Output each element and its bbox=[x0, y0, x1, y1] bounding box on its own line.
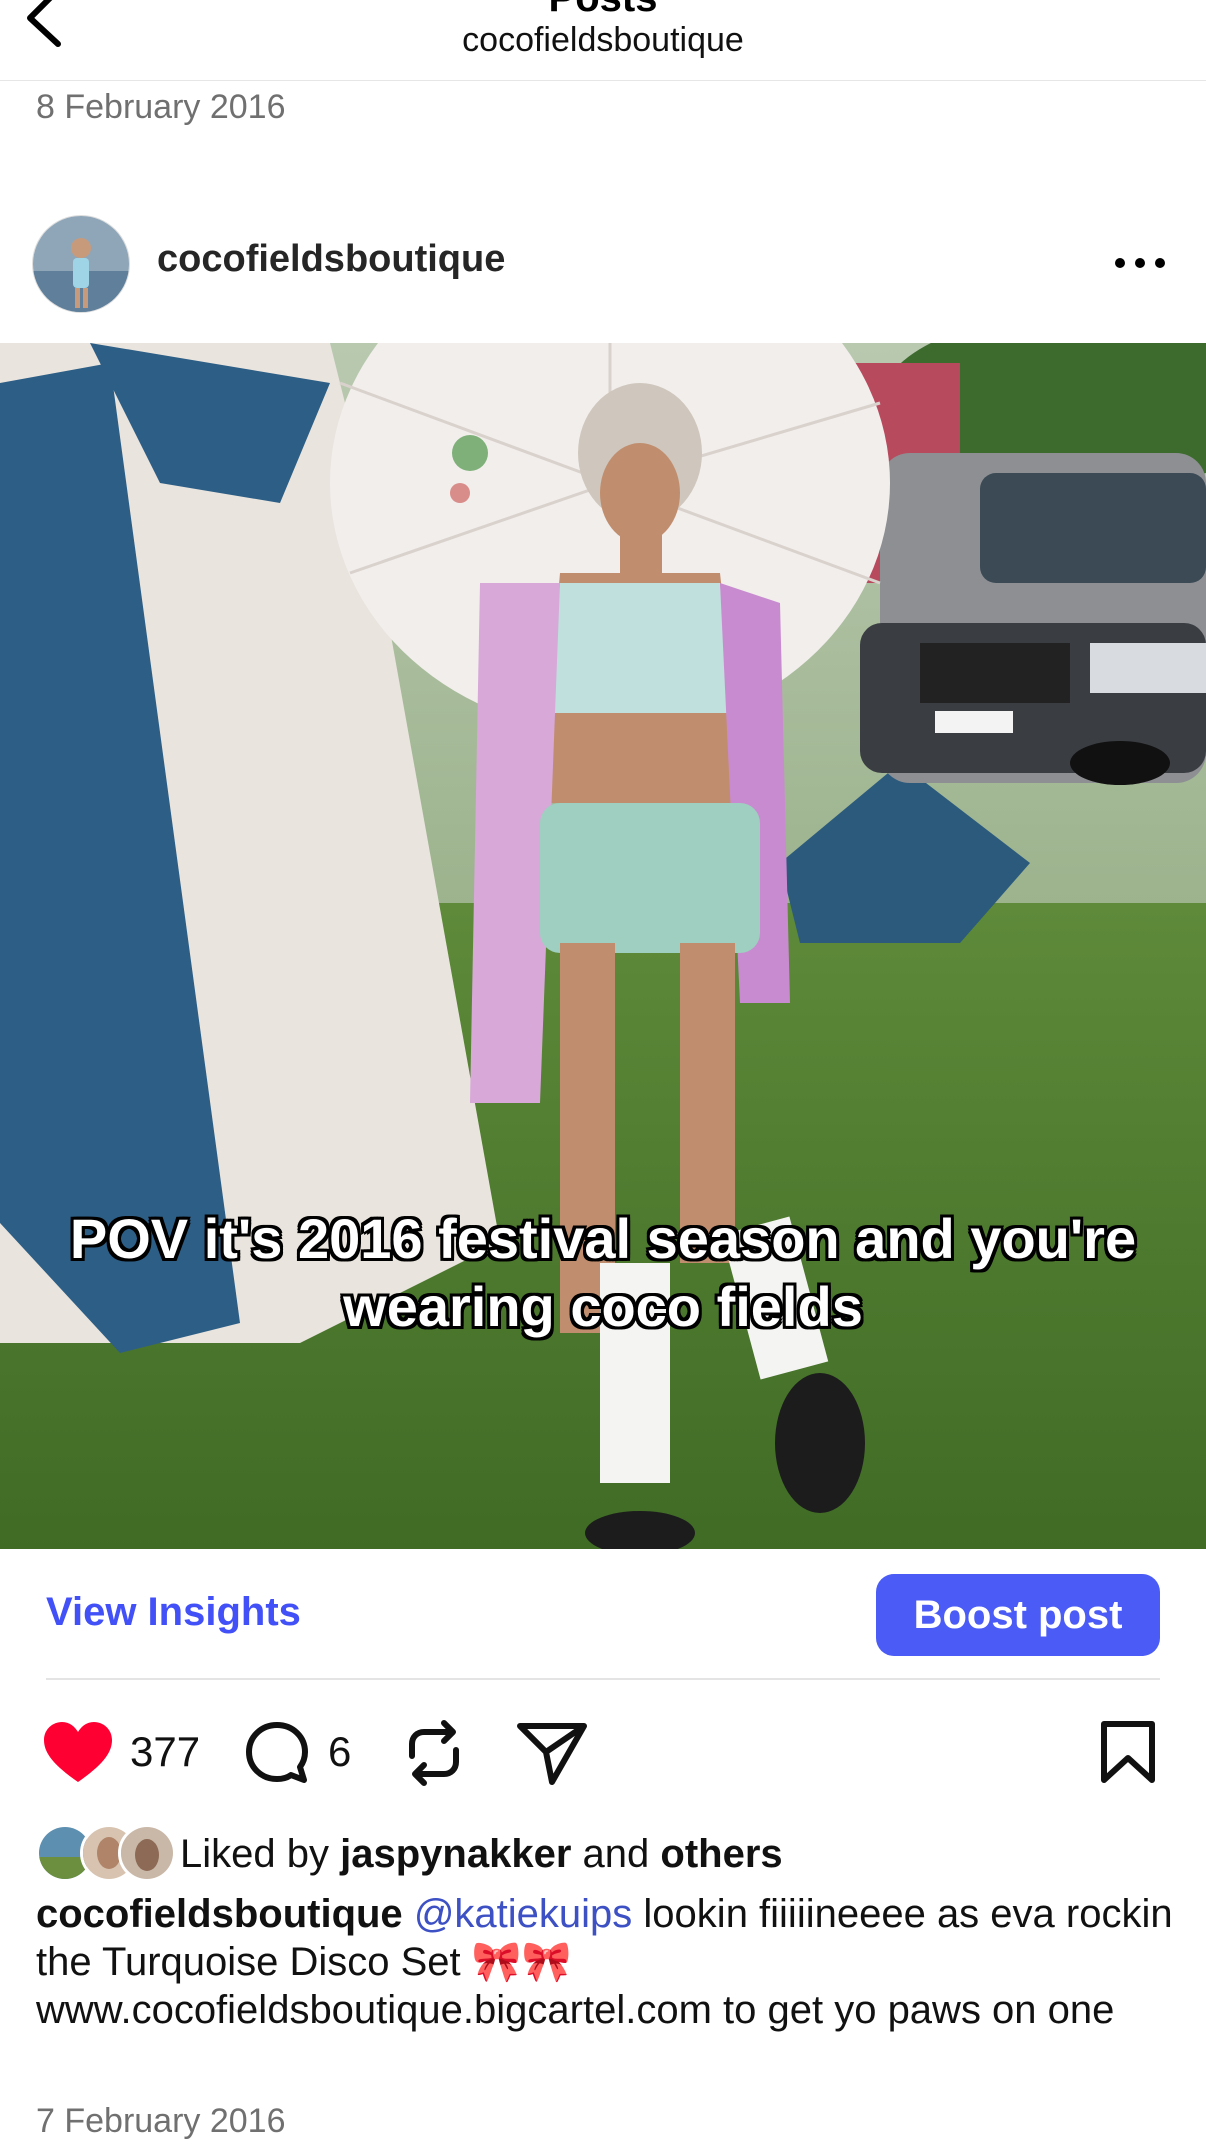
liked-by-and: and bbox=[582, 1832, 650, 1876]
avatar[interactable] bbox=[32, 215, 130, 313]
more-icon[interactable] bbox=[1112, 248, 1168, 278]
comment-count[interactable]: 6 bbox=[328, 1728, 351, 1776]
post-image[interactable] bbox=[0, 343, 1206, 1549]
account-name: cocofieldsboutique bbox=[462, 21, 744, 59]
post-username[interactable]: cocofieldsboutique bbox=[157, 238, 505, 281]
heart-icon[interactable] bbox=[42, 1720, 114, 1784]
liked-by-text[interactable]: Liked by jaspynakker and others bbox=[180, 1832, 783, 1877]
liked-by-user[interactable]: jaspynakker bbox=[340, 1832, 571, 1876]
liked-by-others[interactable]: others bbox=[660, 1832, 782, 1876]
caption-username[interactable]: cocofieldsboutique bbox=[36, 1892, 403, 1936]
liker-avatar[interactable] bbox=[118, 1824, 176, 1882]
previous-post-date: 8 February 2016 bbox=[36, 88, 286, 126]
share-icon[interactable] bbox=[516, 1718, 588, 1788]
repost-icon[interactable] bbox=[402, 1718, 466, 1788]
page-title: Posts bbox=[0, 0, 1206, 18]
post-caption: cocofieldsboutique @katiekuips lookin fi… bbox=[36, 1890, 1176, 2034]
image-overlay-text: POV it's 2016 festival season and you're… bbox=[0, 1205, 1206, 1341]
view-insights-link[interactable]: View Insights bbox=[46, 1590, 301, 1635]
post-date: 7 February 2016 bbox=[36, 2102, 286, 2140]
image-overlay-line-1: POV it's 2016 festival season and you're bbox=[69, 1207, 1137, 1270]
divider bbox=[46, 1678, 1160, 1680]
comment-icon[interactable] bbox=[244, 1720, 310, 1786]
bookmark-icon[interactable] bbox=[1100, 1720, 1156, 1784]
like-count[interactable]: 377 bbox=[130, 1728, 200, 1776]
liked-by-prefix: Liked by bbox=[180, 1832, 329, 1876]
boost-post-button[interactable]: Boost post bbox=[876, 1574, 1160, 1656]
image-overlay-line-2: wearing coco fields bbox=[343, 1275, 863, 1338]
caption-mention[interactable]: @katiekuips bbox=[414, 1892, 632, 1936]
